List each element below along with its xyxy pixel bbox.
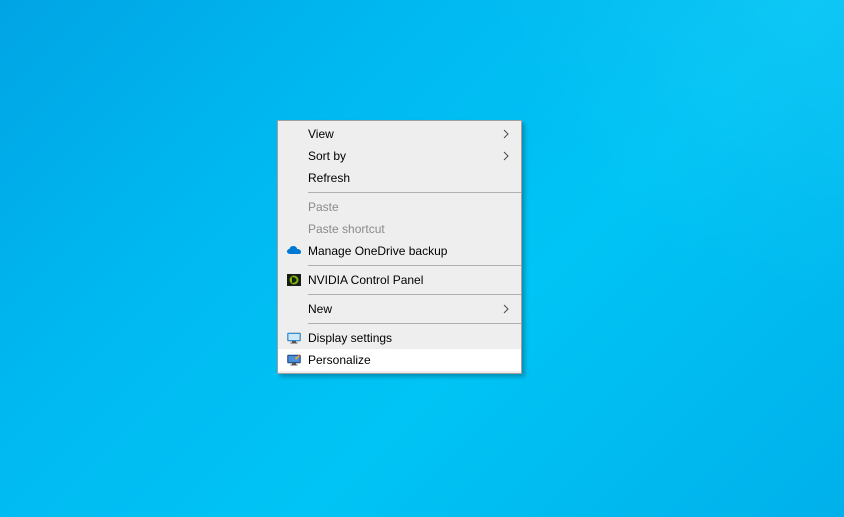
menu-item-sort-by[interactable]: Sort by (278, 145, 521, 167)
menu-item-view[interactable]: View (278, 123, 521, 145)
icon-placeholder (282, 221, 306, 237)
menu-separator (308, 192, 521, 193)
menu-item-label: Display settings (306, 331, 499, 345)
menu-item-paste-shortcut: Paste shortcut (278, 218, 521, 240)
nvidia-icon (282, 272, 306, 288)
menu-separator (308, 294, 521, 295)
submenu-arrow-icon (499, 129, 513, 139)
submenu-arrow-icon (499, 304, 513, 314)
menu-item-label: Personalize (306, 353, 499, 367)
menu-item-display-settings[interactable]: Display settings (278, 327, 521, 349)
onedrive-icon (282, 243, 306, 259)
icon-placeholder (282, 170, 306, 186)
menu-item-label: Manage OneDrive backup (306, 244, 499, 258)
desktop-context-menu: View Sort by Refresh Paste Paste shortcu… (277, 120, 522, 374)
menu-item-label: New (306, 302, 499, 316)
personalize-icon (282, 352, 306, 368)
icon-placeholder (282, 199, 306, 215)
menu-item-onedrive-backup[interactable]: Manage OneDrive backup (278, 240, 521, 262)
menu-item-label: View (306, 127, 499, 141)
menu-item-label: Paste shortcut (306, 222, 499, 236)
icon-placeholder (282, 126, 306, 142)
submenu-arrow-icon (499, 151, 513, 161)
menu-item-paste: Paste (278, 196, 521, 218)
icon-placeholder (282, 148, 306, 164)
menu-item-refresh[interactable]: Refresh (278, 167, 521, 189)
menu-item-personalize[interactable]: Personalize (278, 349, 521, 371)
menu-item-label: NVIDIA Control Panel (306, 273, 499, 287)
menu-separator (308, 323, 521, 324)
menu-separator (308, 265, 521, 266)
menu-item-label: Paste (306, 200, 499, 214)
menu-item-nvidia-control-panel[interactable]: NVIDIA Control Panel (278, 269, 521, 291)
display-settings-icon (282, 330, 306, 346)
menu-item-new[interactable]: New (278, 298, 521, 320)
menu-item-label: Refresh (306, 171, 499, 185)
desktop-background[interactable]: { "context_menu": { "items": [ { "label"… (0, 0, 844, 517)
menu-item-label: Sort by (306, 149, 499, 163)
icon-placeholder (282, 301, 306, 317)
